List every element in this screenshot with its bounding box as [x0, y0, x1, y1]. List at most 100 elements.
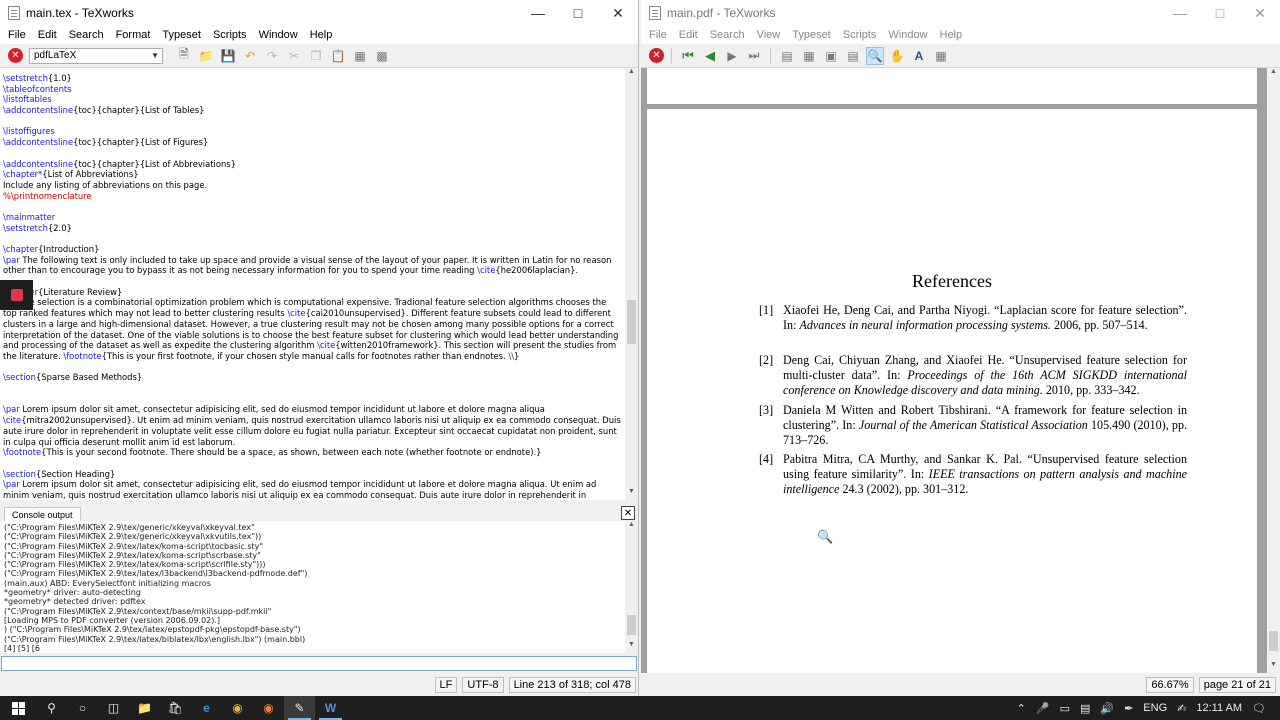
editor-line[interactable]: \chapter{Introduction}: [3, 244, 622, 255]
pen-icon[interactable]: ✒: [1124, 702, 1133, 715]
editor-line[interactable]: \section{Section Heading}: [3, 469, 622, 480]
editor-line[interactable]: [3, 276, 622, 287]
ink-workspace-icon[interactable]: ✍: [1177, 702, 1186, 715]
menu-scripts[interactable]: Scripts: [837, 29, 883, 41]
find-icon[interactable]: ▦: [932, 47, 950, 65]
close-button[interactable]: ✕: [1240, 5, 1280, 22]
menu-file[interactable]: File: [643, 29, 673, 41]
maximize-button[interactable]: □: [558, 5, 598, 21]
previous-page-icon[interactable]: ◀: [701, 47, 719, 65]
console-scroll-thumb[interactable]: [627, 615, 636, 635]
continuous-scroll-icon[interactable]: ▤: [844, 47, 862, 65]
console-input-field[interactable]: [1, 656, 637, 671]
editor-vertical-scrollbar[interactable]: ▲ ▼: [625, 68, 638, 500]
menu-help[interactable]: Help: [934, 29, 969, 41]
editor-line[interactable]: \listoffigures: [3, 126, 622, 137]
file-explorer-icon[interactable]: 📁: [129, 696, 160, 720]
fit-window-icon[interactable]: ▣: [822, 47, 840, 65]
menu-edit[interactable]: Edit: [32, 29, 63, 41]
editor-line[interactable]: \section{Sparse Based Methods}: [3, 372, 622, 383]
editor-horizontal-scrollbar[interactable]: [0, 500, 638, 506]
editor-line[interactable]: \chapter{Literature Review}: [3, 287, 622, 298]
texworks-taskbar-icon[interactable]: ✎: [284, 696, 315, 720]
redo-icon[interactable]: ↷: [263, 47, 281, 65]
task-view-icon[interactable]: ◫: [98, 696, 129, 720]
menu-window[interactable]: Window: [253, 29, 304, 41]
maximize-button[interactable]: □: [1200, 5, 1240, 21]
volume-icon[interactable]: 🔊: [1100, 702, 1114, 715]
console-vertical-scrollbar[interactable]: ▲ ▼: [625, 521, 638, 653]
menu-window[interactable]: Window: [882, 29, 933, 41]
editor-line[interactable]: %\printnomenclature: [3, 191, 622, 202]
editor-line[interactable]: \addcontentsline{toc}{chapter}{List of T…: [3, 105, 622, 116]
microphone-icon[interactable]: 🎤: [1036, 702, 1050, 715]
find-icon[interactable]: ▦: [351, 47, 369, 65]
notifications-icon[interactable]: 🗨: [1252, 702, 1266, 715]
editor-line[interactable]: \setstretch{1.0}: [3, 73, 622, 84]
open-folder-icon[interactable]: 📁: [197, 47, 215, 65]
editor-line[interactable]: [3, 458, 622, 469]
console-close-icon[interactable]: ✕: [621, 506, 635, 520]
search-icon[interactable]: ⚲: [36, 696, 67, 720]
text-select-icon[interactable]: A: [910, 47, 928, 65]
editor-line[interactable]: \chapter*{List of Abbreviations}: [3, 169, 622, 180]
stop-typeset-icon[interactable]: ✕: [8, 48, 23, 63]
fit-width-icon[interactable]: ▦: [800, 47, 818, 65]
clock[interactable]: 12:11 AM: [1196, 702, 1242, 714]
minimize-button[interactable]: —: [518, 5, 558, 21]
cut-icon[interactable]: ✂: [285, 47, 303, 65]
next-page-icon[interactable]: ▶: [723, 47, 741, 65]
editor-line[interactable]: [3, 394, 622, 405]
editor-line[interactable]: \addcontentsline{toc}{chapter}{List of F…: [3, 137, 622, 148]
editor-line[interactable]: \par Lorem ipsum dolor sit amet, consect…: [3, 404, 622, 447]
scroll-up-arrow-icon[interactable]: ▲: [625, 68, 638, 80]
hand-tool-icon[interactable]: ✋: [888, 47, 906, 65]
editor-line[interactable]: \addcontentsline{toc}{chapter}{List of A…: [3, 159, 622, 170]
magnify-tool-icon[interactable]: 🔍: [866, 46, 884, 65]
pdf-page[interactable]: References [1] Xiaofei He, Deng Cai, and …: [647, 109, 1257, 673]
editor-line[interactable]: \setstretch{2.0}: [3, 223, 622, 234]
pdf-titlebar[interactable]: main.pdf - TeXworks — □ ✕: [641, 0, 1280, 26]
pdf-viewer[interactable]: References [1] Xiaofei He, Deng Cai, and …: [641, 68, 1267, 673]
copy-icon[interactable]: ❐: [307, 47, 325, 65]
console-output-tab[interactable]: Console output: [4, 507, 81, 521]
tray-chevron-up-icon[interactable]: ⌃: [1017, 702, 1026, 715]
page-indicator[interactable]: page 21 of 21: [1198, 677, 1276, 693]
editor-line[interactable]: \par Lorem ipsum dolor sit amet, consect…: [3, 479, 622, 500]
undo-icon[interactable]: ↶: [241, 47, 259, 65]
menu-search[interactable]: Search: [63, 29, 110, 41]
editor-scroll-thumb[interactable]: [627, 300, 636, 344]
menu-typeset[interactable]: Typeset: [156, 29, 207, 41]
editor-line[interactable]: [3, 233, 622, 244]
editor-titlebar[interactable]: main.tex - TeXworks — □ ✕: [0, 0, 638, 26]
scroll-down-arrow-icon[interactable]: ▼: [625, 641, 638, 653]
editor-line[interactable]: \par The following text is only included…: [3, 255, 622, 276]
menu-edit[interactable]: Edit: [673, 29, 704, 41]
source-editor[interactable]: \setstretch{1.0} \tableofcontents \listoft…: [0, 68, 625, 500]
store-icon[interactable]: 🛍: [160, 696, 191, 720]
minimize-button[interactable]: —: [1160, 5, 1200, 21]
pdf-scroll-thumb[interactable]: [1269, 631, 1278, 651]
menu-scripts[interactable]: Scripts: [207, 29, 253, 41]
editor-line[interactable]: [3, 201, 622, 212]
editor-line[interactable]: [3, 116, 622, 127]
menu-search[interactable]: Search: [704, 29, 751, 41]
cursor-position[interactable]: Line 213 of 318; col 478: [508, 677, 636, 693]
typeset-engine-select[interactable]: pdfLaTeX ▼: [29, 47, 163, 64]
word-icon[interactable]: W: [315, 696, 346, 720]
scroll-up-arrow-icon[interactable]: ▲: [1267, 68, 1280, 80]
pdf-vertical-scrollbar[interactable]: ▲ ▼: [1267, 68, 1280, 673]
scroll-down-arrow-icon[interactable]: ▼: [1267, 661, 1280, 673]
edge-icon[interactable]: e: [191, 696, 222, 720]
first-page-icon[interactable]: ⏮: [679, 47, 697, 65]
menu-file[interactable]: File: [2, 29, 32, 41]
screen-recorder-stop-overlay[interactable]: [0, 280, 33, 310]
editor-line[interactable]: Feature selection is a combinatorial opt…: [3, 297, 622, 361]
cortana-icon[interactable]: ○: [67, 696, 98, 720]
save-icon[interactable]: 💾: [219, 47, 237, 65]
replace-icon[interactable]: ▩: [373, 47, 391, 65]
editor-line[interactable]: \tableofcontents: [3, 84, 622, 95]
paste-icon[interactable]: 📋: [329, 47, 347, 65]
editor-line[interactable]: \listoftables: [3, 94, 622, 105]
firefox-icon[interactable]: ◉: [253, 696, 284, 720]
